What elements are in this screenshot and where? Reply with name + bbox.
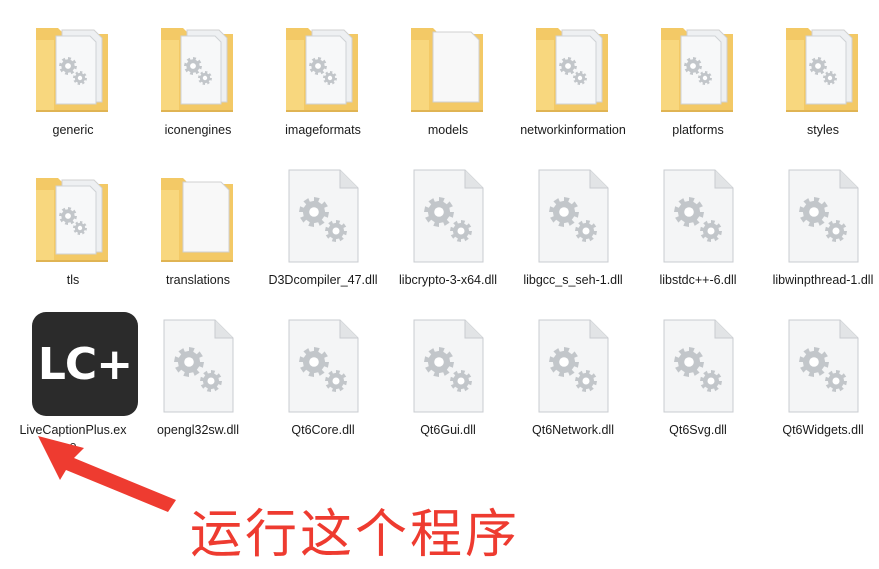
folder-icon [284, 18, 362, 114]
app-logo-tile: LC+ [32, 312, 138, 416]
folder-item-translations[interactable]: translations [143, 168, 253, 288]
folder-item-networkinformation[interactable]: networkinformation [518, 18, 628, 138]
dll-file-icon [409, 168, 487, 264]
item-label: libgcc_s_seh-1.dll [523, 273, 623, 287]
item-label: Qt6Widgets.dll [782, 423, 864, 437]
item-label: Qt6Network.dll [532, 423, 614, 437]
item-label: generic [52, 123, 94, 137]
file-item-qt6network[interactable]: Qt6Network.dll [518, 318, 628, 438]
file-item-qt6gui[interactable]: Qt6Gui.dll [393, 318, 503, 438]
file-item-opengl32sw[interactable]: opengl32sw.dll [143, 318, 253, 438]
item-label: libcrypto-3-x64.dll [399, 273, 497, 287]
dll-file-icon [284, 168, 362, 264]
item-label: iconengines [164, 123, 232, 137]
folder-icon [159, 168, 237, 264]
folder-icon [409, 18, 487, 114]
dll-file-icon [284, 318, 362, 414]
item-label: Qt6Core.dll [291, 423, 355, 437]
folder-item-tls[interactable]: tls [18, 168, 128, 288]
item-label: translations [166, 273, 230, 287]
item-label: D3Dcompiler_47.dll [268, 273, 378, 287]
item-label: Qt6Svg.dll [669, 423, 727, 437]
dll-file-icon [409, 318, 487, 414]
folder-item-platforms[interactable]: platforms [643, 18, 753, 138]
item-label: platforms [672, 123, 724, 137]
file-item-libstdc[interactable]: libstdc++-6.dll [643, 168, 753, 288]
dll-file-icon [784, 318, 862, 414]
file-item-qt6widgets[interactable]: Qt6Widgets.dll [768, 318, 878, 438]
file-item-livecaptionplus-exe[interactable]: LC+ LiveCaptionPlus.exe [18, 312, 138, 454]
dll-file-icon [659, 318, 737, 414]
dll-file-icon [534, 168, 612, 264]
folder-icon [34, 18, 112, 114]
file-item-qt6core[interactable]: Qt6Core.dll [268, 318, 378, 438]
file-item-libgcc[interactable]: libgcc_s_seh-1.dll [518, 168, 628, 288]
dll-file-icon [784, 168, 862, 264]
item-label: libstdc++-6.dll [659, 273, 737, 287]
file-item-libcrypto[interactable]: libcrypto-3-x64.dll [393, 168, 503, 288]
folder-icon [784, 18, 862, 114]
folder-icon [34, 168, 112, 264]
item-label: opengl32sw.dll [156, 423, 239, 437]
dll-file-icon [534, 318, 612, 414]
folder-item-imageformats[interactable]: imageformats [268, 18, 378, 138]
folder-item-generic[interactable]: generic [18, 18, 128, 138]
item-label: tls [66, 273, 80, 287]
dll-file-icon [159, 318, 237, 414]
item-label: Qt6Gui.dll [420, 423, 476, 437]
app-logo-text: LC+ [37, 338, 133, 390]
annotation-text: 运行这个程序 [190, 505, 521, 565]
item-label: LiveCaptionPlus.exe [19, 423, 127, 453]
dll-file-icon [659, 168, 737, 264]
folder-icon [534, 18, 612, 114]
item-label: styles [807, 123, 839, 137]
app-icon: LC+ [32, 312, 138, 416]
file-item-libwinpthread[interactable]: libwinpthread-1.dll [768, 168, 878, 288]
folder-icon [659, 18, 737, 114]
file-item-d3dcompiler[interactable]: D3Dcompiler_47.dll [268, 168, 378, 288]
item-label: libwinpthread-1.dll [772, 273, 874, 287]
folder-item-iconengines[interactable]: iconengines [143, 18, 253, 138]
folder-item-models[interactable]: models [393, 18, 503, 138]
folder-icon [159, 18, 237, 114]
item-label: imageformats [285, 123, 361, 137]
file-item-qt6svg[interactable]: Qt6Svg.dll [643, 318, 753, 438]
item-label: networkinformation [520, 123, 626, 137]
item-label: models [427, 123, 469, 137]
folder-item-styles[interactable]: styles [768, 18, 878, 138]
